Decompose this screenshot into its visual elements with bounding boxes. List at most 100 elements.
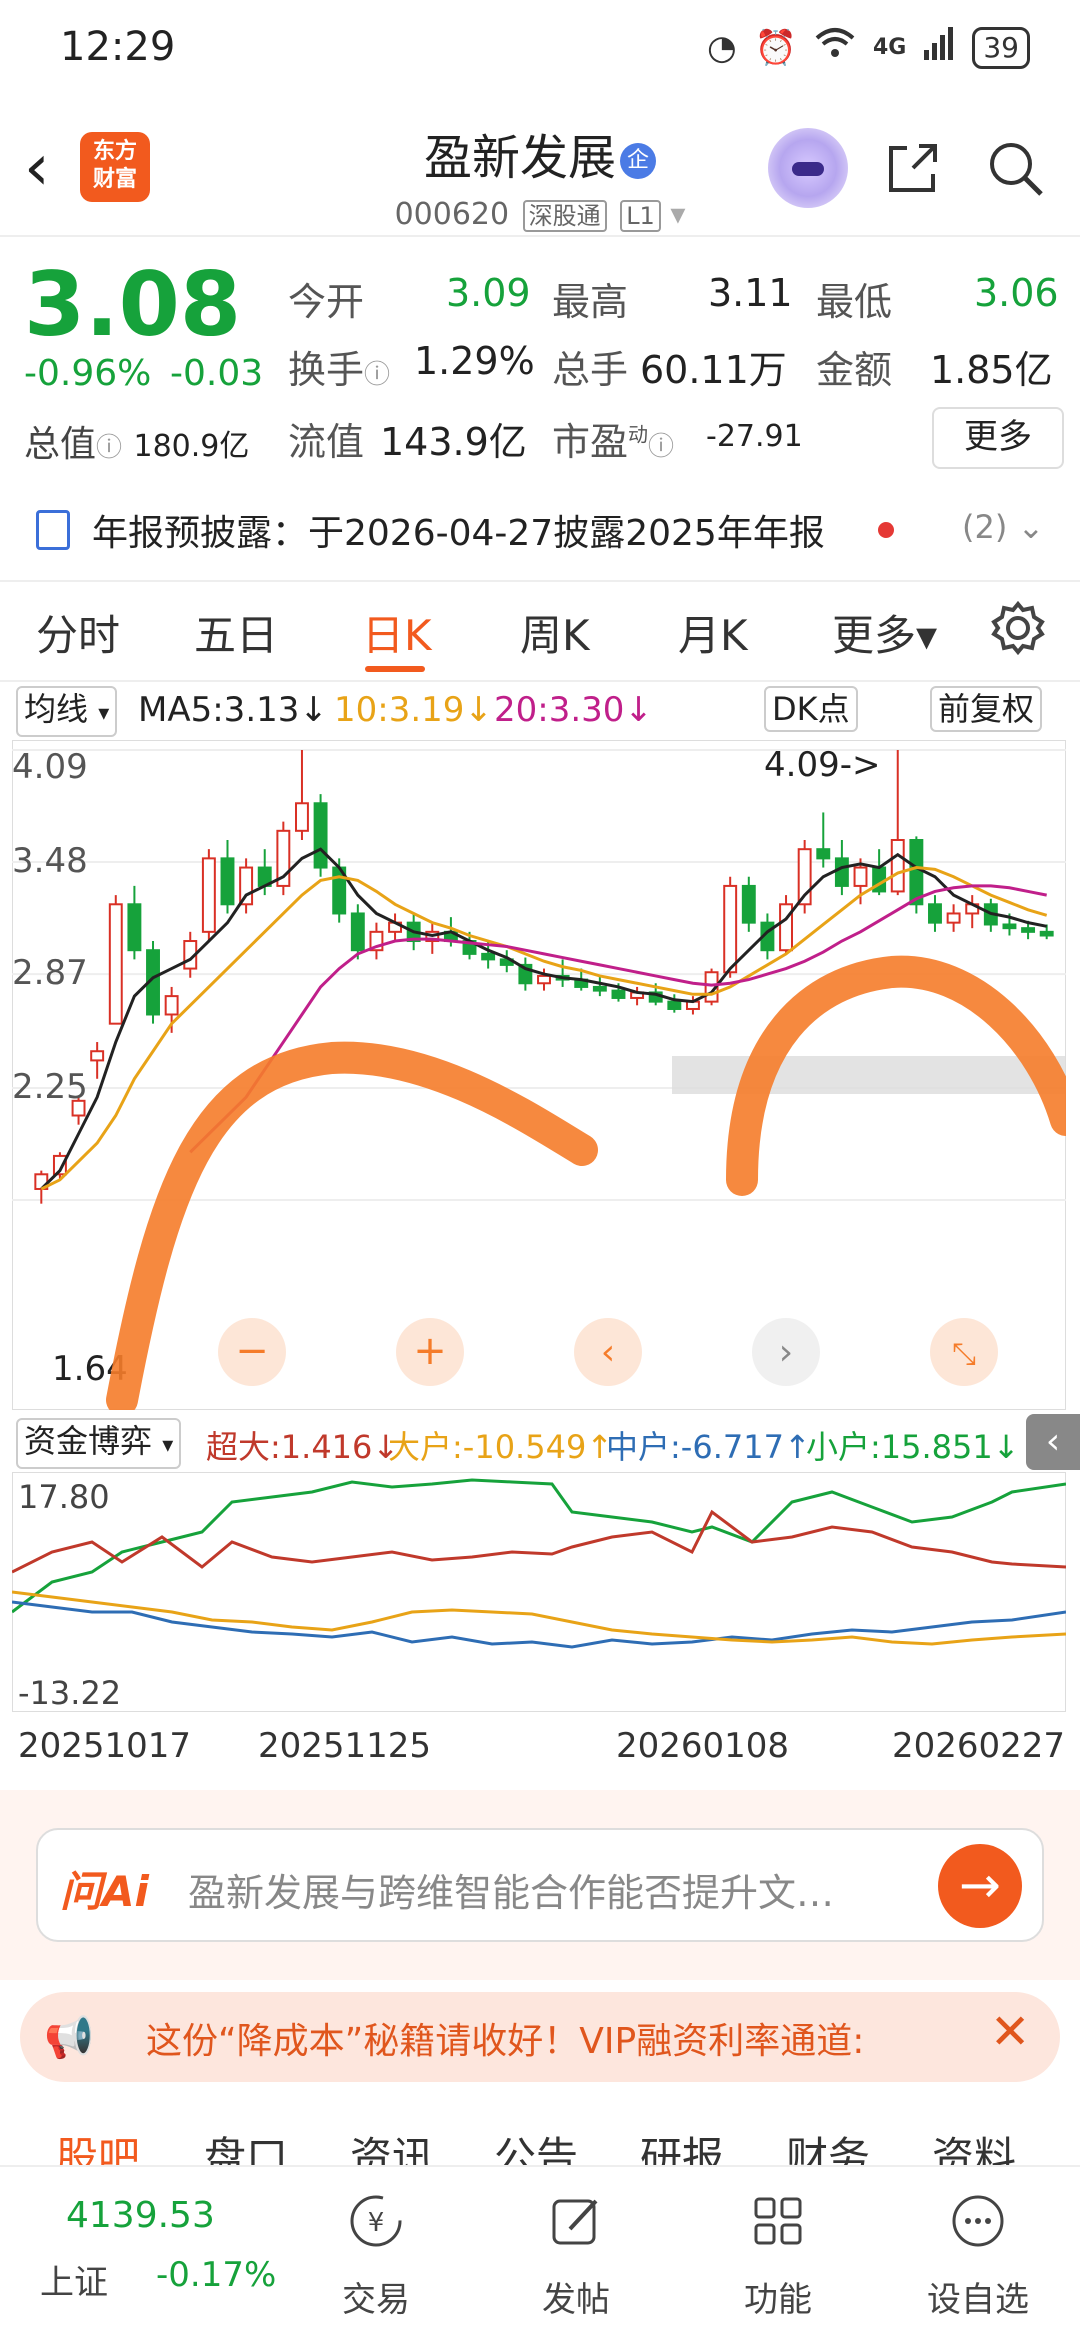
tab-announcements[interactable]: 公告: [494, 2124, 578, 2170]
candle-body: [108, 903, 123, 1025]
nav-post[interactable]: 发帖: [506, 2191, 646, 2321]
dropdown-triangle-icon[interactable]: ▾: [670, 197, 685, 232]
level-tag: L1: [620, 200, 661, 232]
nav-post-label: 发帖: [542, 2280, 610, 2320]
tab-forum[interactable]: 股吧: [56, 2124, 140, 2170]
megaphone-icon: 📢: [44, 2015, 94, 2061]
promo-text: 这份“降成本”秘籍请收好！VIP融资利率通道:: [146, 2021, 865, 2062]
svg-text:⤡: ⤡: [952, 1337, 976, 1372]
total-cap-label: 总值: [24, 424, 97, 465]
open-value: 3.09: [446, 271, 531, 315]
date-axis: 20251017 20251125 20260108 20260227: [0, 1720, 1080, 1770]
info-icon[interactable]: ⓘ: [96, 433, 122, 463]
candle-body: [909, 839, 924, 906]
wifi-icon: [815, 26, 855, 69]
edit-icon: [552, 2199, 598, 2245]
bottom-navigation: 4139.53 上证 -0.17% ¥ 交易 发帖 功能 设自选: [0, 2165, 1080, 2342]
large-value: 大户:-10.549↑: [388, 1428, 614, 1466]
chart-tabs: 分时 五日 日K 周K 月K 更多▾: [0, 580, 1080, 682]
more-dots-icon: [952, 2195, 1004, 2247]
app-logo[interactable]: 东方 财富: [80, 132, 150, 202]
date-label: 20251125: [258, 1726, 432, 1766]
tab-weekly-k[interactable]: 周K: [520, 602, 590, 663]
chevron-down-icon: ⌄: [1017, 508, 1045, 546]
ask-ai-input[interactable]: 问Ai 盈新发展与跨维智能合作能否提升文… →: [36, 1828, 1044, 1942]
collapse-arrow-icon[interactable]: ‹: [1026, 1414, 1080, 1470]
gear-icon[interactable]: [990, 600, 1046, 656]
adjust-button[interactable]: 前复权: [930, 686, 1043, 732]
date-label: 20260227: [892, 1726, 1066, 1766]
indicator-type-select[interactable]: 均线 ▾: [16, 686, 118, 737]
fullscreen-control[interactable]: ⤡: [930, 1318, 998, 1386]
ask-ai-logo: 问Ai: [60, 1867, 149, 1916]
price-range-band: [672, 1056, 1066, 1094]
candle-body: [667, 1000, 682, 1010]
high-value: 3.11: [708, 271, 793, 315]
next-control[interactable]: ›: [752, 1318, 820, 1386]
notice-count: (2) ⌄: [962, 508, 1045, 546]
fund-y-top: 17.80: [18, 1478, 110, 1516]
tab-more[interactable]: 更多▾: [832, 602, 937, 663]
low-label: 最低: [816, 280, 893, 324]
medium-value: 中户:-6.717↑: [606, 1428, 811, 1466]
zoom-out-control[interactable]: −: [218, 1318, 286, 1386]
candle-body: [295, 802, 309, 832]
search-icon[interactable]: [985, 138, 1045, 198]
turnover-label: 换手ⓘ: [288, 348, 391, 392]
low-value: 3.06: [974, 271, 1059, 315]
change-percent: -0.96%: [24, 353, 152, 394]
tab-timeshare[interactable]: 分时: [36, 602, 120, 663]
more-quote-button[interactable]: 更多: [932, 407, 1064, 469]
tab-profile[interactable]: 资料: [932, 2124, 1016, 2170]
kline-chart[interactable]: 4.093.482.872.25 4.09-> 1.64 − + ‹ › ⤡: [12, 740, 1066, 1410]
exchange-tag: 深股通: [522, 200, 607, 232]
back-arrow-icon[interactable]: ‹: [24, 136, 50, 200]
tab-five-day[interactable]: 五日: [194, 602, 278, 663]
turnover-value: 1.29%: [414, 339, 535, 383]
candle-body: [723, 884, 738, 974]
current-price: 3.08: [24, 253, 242, 356]
logo-line2: 财富: [92, 167, 137, 192]
super-large-value: 超大:1.416↓: [206, 1428, 400, 1466]
stock-code: 000620: [394, 197, 510, 232]
battery-indicator: 39: [972, 26, 1030, 69]
fund-flow-chart[interactable]: 17.80 -13.22: [12, 1472, 1066, 1712]
notice-bar[interactable]: 年报预披露：于2026-04-27披露2025年年报 (2) ⌄: [0, 480, 1080, 582]
title-block[interactable]: 盈新发展企 000620 深股通 L1 ▾: [300, 118, 780, 232]
candle-body: [592, 985, 607, 992]
ma-legend-row: 均线 ▾ MA5:3.13↓ 10:3.19↓ 20:3.30↓ DK点 前复权: [0, 686, 1080, 737]
promo-banner[interactable]: 📢 这份“降成本”秘籍请收好！VIP融资利率通道: ✕: [20, 1992, 1060, 2082]
dk-point-button[interactable]: DK点: [764, 686, 858, 732]
notice-text: 年报预披露：于2026-04-27披露2025年年报: [92, 513, 825, 554]
tab-financials[interactable]: 财务: [786, 2124, 870, 2170]
nav-add-watchlist[interactable]: 设自选: [908, 2191, 1048, 2321]
index-value[interactable]: 4139.53: [66, 2195, 215, 2236]
max-price-marker: 4.09->: [764, 745, 880, 785]
tab-daily-k[interactable]: 日K: [362, 602, 432, 663]
arrow-right-icon[interactable]: →: [938, 1844, 1022, 1928]
status-icons: ◔ ⏰ 4G 39: [707, 26, 1030, 69]
date-label: 20260108: [616, 1726, 790, 1766]
candle-body: [90, 1050, 105, 1062]
prev-control[interactable]: ‹: [574, 1318, 642, 1386]
index-change: -0.17%: [156, 2255, 277, 2295]
nav-trade[interactable]: ¥ 交易: [306, 2191, 446, 2321]
document-icon: [36, 510, 70, 550]
zoom-in-control[interactable]: +: [396, 1318, 464, 1386]
candle-body: [741, 884, 756, 924]
candle-body: [481, 952, 496, 961]
ask-ai-section: 问Ai 盈新发展与跨维智能合作能否提升文… →: [0, 1790, 1080, 1980]
tab-orderbook[interactable]: 盘口: [204, 2124, 288, 2170]
svg-text:›: ›: [779, 1332, 793, 1373]
candle-body: [611, 989, 626, 999]
ma10-value: 10:3.19↓: [334, 690, 493, 730]
tab-monthly-k[interactable]: 月K: [678, 602, 748, 663]
nav-functions[interactable]: 功能: [708, 2191, 848, 2321]
tab-research[interactable]: 研报: [640, 2124, 724, 2170]
tab-news[interactable]: 资讯: [350, 2124, 434, 2170]
share-icon[interactable]: [885, 140, 941, 196]
nav-trade-label: 交易: [342, 2280, 410, 2320]
fund-indicator-select[interactable]: 资金博弈 ▾: [16, 1418, 182, 1469]
close-icon[interactable]: ✕: [990, 2004, 1030, 2060]
nav-functions-label: 功能: [744, 2280, 812, 2320]
